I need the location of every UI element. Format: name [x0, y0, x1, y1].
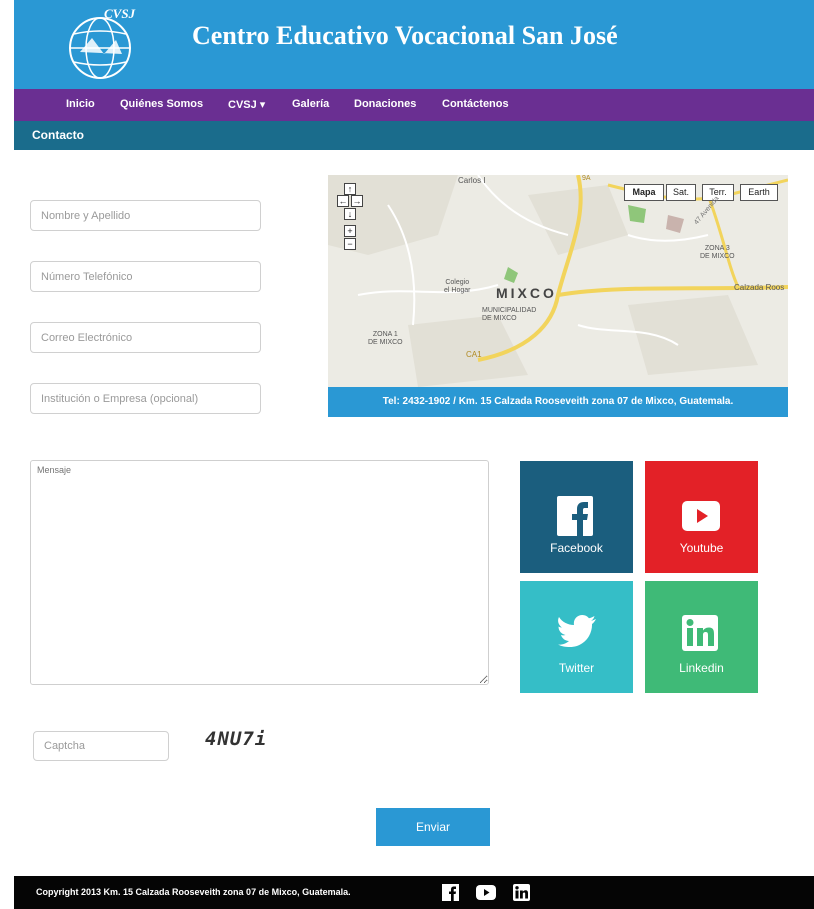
- youtube-icon: [682, 501, 720, 531]
- map-pan-left-icon[interactable]: ←: [337, 195, 349, 207]
- map-label-zona3: ZONA 3 DE MIXCO: [700, 245, 735, 260]
- school-logo-icon: CVSJ: [69, 6, 136, 79]
- map-zoom-out-icon[interactable]: −: [344, 238, 356, 250]
- map-type-sat-button[interactable]: Sat.: [666, 184, 696, 201]
- twitter-tile[interactable]: Twitter: [520, 581, 633, 693]
- svg-text:CVSJ: CVSJ: [104, 6, 136, 21]
- map-label-ca1: CA1: [466, 350, 482, 359]
- message-textarea[interactable]: [30, 460, 489, 685]
- map-label-carlos: Carlos I: [458, 176, 486, 185]
- nav-item-contactenos[interactable]: Contáctenos: [442, 98, 509, 110]
- map-type-earth-button[interactable]: Earth: [740, 184, 778, 201]
- main-nav: Inicio Quiénes Somos CVSJ ▾ Galería Dona…: [14, 89, 814, 121]
- twitter-label: Twitter: [558, 661, 595, 675]
- nav-item-galeria[interactable]: Galería: [292, 98, 329, 110]
- nav-item-quienes-somos[interactable]: Quiénes Somos: [120, 98, 203, 110]
- map-type-mapa-button[interactable]: Mapa: [624, 184, 664, 201]
- linkedin-icon: [682, 615, 718, 651]
- facebook-tile[interactable]: Facebook: [520, 461, 633, 573]
- site-footer: Copyright 2013 Km. 15 Calzada Rooseveith…: [14, 876, 814, 909]
- map-roads: [328, 175, 788, 387]
- linkedin-label: Linkedin: [679, 661, 724, 675]
- map-label-route: 9A: [582, 175, 591, 182]
- phone-input[interactable]: [30, 261, 261, 292]
- map-label-city: MIXCO: [496, 285, 557, 301]
- location-map[interactable]: ↑ ← → ↓ + − Mapa Sat. Terr. Earth Carlos…: [328, 175, 788, 417]
- name-input[interactable]: [30, 200, 261, 231]
- contact-info-bar: Tel: 2432-1902 / Km. 15 Calzada Roosevei…: [328, 387, 788, 417]
- footer-facebook-icon[interactable]: [442, 884, 459, 901]
- page: CVSJ Centro Educativo Vocacional San Jos…: [0, 0, 814, 909]
- submit-button[interactable]: Enviar: [376, 808, 490, 846]
- linkedin-tile[interactable]: Linkedin: [645, 581, 758, 693]
- map-pan-right-icon[interactable]: →: [351, 195, 363, 207]
- facebook-label: Facebook: [550, 541, 603, 555]
- page-title: Contacto: [32, 128, 84, 142]
- site-title: Centro Educativo Vocacional San José: [192, 21, 618, 50]
- map-pan-down-icon[interactable]: ↓: [344, 208, 356, 220]
- captcha-image: 4NU7i: [205, 728, 268, 750]
- email-input[interactable]: [30, 322, 261, 353]
- map-label-zona1: ZONA 1 DE MIXCO: [368, 331, 403, 346]
- nav-item-cvsj[interactable]: CVSJ ▾: [228, 98, 265, 111]
- footer-linkedin-icon[interactable]: [513, 884, 530, 901]
- page-title-bar: Contacto: [14, 121, 814, 150]
- copyright-text: Copyright 2013 Km. 15 Calzada Rooseveith…: [36, 887, 351, 897]
- nav-item-inicio[interactable]: Inicio: [66, 98, 95, 110]
- map-zoom-in-icon[interactable]: +: [344, 225, 356, 237]
- organization-input[interactable]: [30, 383, 261, 414]
- youtube-tile[interactable]: Youtube: [645, 461, 758, 573]
- map-label-municipalidad: MUNICIPALIDAD DE MIXCO: [482, 307, 537, 322]
- site-header: CVSJ Centro Educativo Vocacional San Jos…: [14, 0, 814, 89]
- map-label-calzada: Calzada Roos: [734, 283, 785, 292]
- footer-youtube-icon[interactable]: [476, 885, 496, 900]
- nav-item-donaciones[interactable]: Donaciones: [354, 98, 416, 110]
- youtube-label: Youtube: [679, 541, 724, 555]
- facebook-icon: [557, 496, 593, 536]
- map-pan-up-icon[interactable]: ↑: [344, 183, 356, 195]
- twitter-icon: [558, 615, 596, 647]
- captcha-input[interactable]: [33, 731, 169, 761]
- map-label-colegio: Colegio el Hogar: [444, 279, 471, 294]
